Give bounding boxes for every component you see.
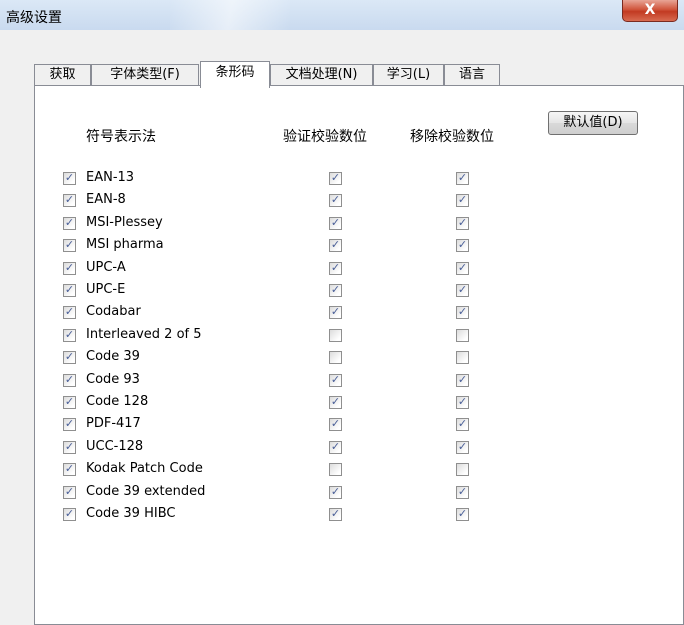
barcode-type-label: Codabar: [86, 304, 141, 319]
barcode-row: Kodak Patch Code: [0, 460, 684, 480]
window-title: 高级设置: [6, 10, 62, 26]
default-button[interactable]: 默认值(D): [548, 111, 638, 135]
barcode-type-label: MSI-Plessey: [86, 215, 163, 230]
barcode-type-label: PDF-417: [86, 416, 141, 431]
barcode-row: Code 128: [0, 393, 684, 413]
barcode-row: MSI pharma: [0, 236, 684, 256]
verify-checkbox[interactable]: [329, 260, 342, 276]
verify-checkbox[interactable]: [329, 170, 342, 186]
barcode-type-label: EAN-13: [86, 170, 135, 185]
remove-checkbox[interactable]: [456, 394, 469, 410]
remove-checkbox[interactable]: [456, 439, 469, 455]
barcode-type-label: MSI pharma: [86, 237, 164, 252]
enable-checkbox[interactable]: [63, 237, 76, 253]
remove-checkbox[interactable]: [456, 463, 469, 476]
enable-checkbox[interactable]: [63, 394, 76, 410]
barcode-row: UPC-A: [0, 259, 684, 279]
verify-checkbox[interactable]: [329, 439, 342, 455]
enable-checkbox[interactable]: [63, 484, 76, 500]
barcode-type-label: Kodak Patch Code: [86, 461, 203, 476]
remove-checkbox[interactable]: [456, 215, 469, 231]
title-bar-decoration: [170, 0, 290, 30]
verify-checkbox[interactable]: [329, 506, 342, 522]
barcode-row: Code 39 extended: [0, 483, 684, 503]
verify-checkbox[interactable]: [329, 394, 342, 410]
enable-checkbox[interactable]: [63, 349, 76, 365]
remove-checkbox[interactable]: [456, 416, 469, 432]
barcode-type-label: UPC-A: [86, 260, 126, 275]
tab-barcode[interactable]: 条形码: [200, 61, 270, 88]
remove-checkbox[interactable]: [456, 484, 469, 500]
verify-checkbox[interactable]: [329, 329, 342, 342]
verify-checkbox[interactable]: [329, 372, 342, 388]
enable-checkbox[interactable]: [63, 461, 76, 477]
remove-checkbox[interactable]: [456, 304, 469, 320]
enable-checkbox[interactable]: [63, 170, 76, 186]
verify-checkbox[interactable]: [329, 282, 342, 298]
tab-language[interactable]: 语言: [444, 64, 500, 86]
verify-checkbox[interactable]: [329, 351, 342, 364]
remove-checksum-header: 移除校验数位: [410, 129, 494, 145]
enable-checkbox[interactable]: [63, 327, 76, 343]
barcode-row: UPC-E: [0, 281, 684, 301]
enable-checkbox[interactable]: [63, 282, 76, 298]
barcode-row: Codabar: [0, 303, 684, 323]
verify-checkbox[interactable]: [329, 237, 342, 253]
verify-checkbox[interactable]: [329, 484, 342, 500]
remove-checkbox[interactable]: [456, 351, 469, 364]
enable-checkbox[interactable]: [63, 260, 76, 276]
close-button[interactable]: X: [622, 0, 678, 22]
verify-checkbox[interactable]: [329, 192, 342, 208]
symbology-header: 符号表示法: [86, 129, 156, 145]
remove-checkbox[interactable]: [456, 506, 469, 522]
barcode-row: EAN-8: [0, 191, 684, 211]
barcode-type-label: UPC-E: [86, 282, 126, 297]
tab-font-type[interactable]: 字体类型(F): [91, 64, 199, 86]
barcode-row: Interleaved 2 of 5: [0, 326, 684, 346]
remove-checkbox[interactable]: [456, 329, 469, 342]
enable-checkbox[interactable]: [63, 439, 76, 455]
enable-checkbox[interactable]: [63, 192, 76, 208]
barcode-row: PDF-417: [0, 415, 684, 435]
enable-checkbox[interactable]: [63, 416, 76, 432]
barcode-type-label: Code 128: [86, 394, 149, 409]
verify-checkbox[interactable]: [329, 416, 342, 432]
verify-checkbox[interactable]: [329, 304, 342, 320]
barcode-type-label: EAN-8: [86, 192, 126, 207]
barcode-row: Code 39: [0, 348, 684, 368]
tab-document-processing[interactable]: 文档处理(N): [270, 64, 373, 86]
title-bar: 高级设置 X: [0, 0, 684, 30]
remove-checkbox[interactable]: [456, 372, 469, 388]
barcode-row: Code 39 HIBC: [0, 505, 684, 525]
barcode-row: UCC-128: [0, 438, 684, 458]
remove-checkbox[interactable]: [456, 260, 469, 276]
enable-checkbox[interactable]: [63, 372, 76, 388]
barcode-type-label: Code 93: [86, 372, 140, 387]
tab-learning[interactable]: 学习(L): [373, 64, 444, 86]
barcode-type-label: Code 39 HIBC: [86, 506, 176, 521]
verify-checksum-header: 验证校验数位: [283, 129, 367, 145]
remove-checkbox[interactable]: [456, 170, 469, 186]
barcode-row: MSI-Plessey: [0, 214, 684, 234]
remove-checkbox[interactable]: [456, 237, 469, 253]
tab-acquire[interactable]: 获取: [34, 64, 91, 86]
barcode-type-label: Code 39 extended: [86, 484, 206, 499]
verify-checkbox[interactable]: [329, 215, 342, 231]
enable-checkbox[interactable]: [63, 304, 76, 320]
barcode-type-label: Code 39: [86, 349, 140, 364]
enable-checkbox[interactable]: [63, 506, 76, 522]
enable-checkbox[interactable]: [63, 215, 76, 231]
remove-checkbox[interactable]: [456, 282, 469, 298]
barcode-type-label: UCC-128: [86, 439, 144, 454]
remove-checkbox[interactable]: [456, 192, 469, 208]
barcode-row: Code 93: [0, 371, 684, 391]
verify-checkbox[interactable]: [329, 463, 342, 476]
barcode-row: EAN-13: [0, 169, 684, 189]
barcode-type-label: Interleaved 2 of 5: [86, 327, 202, 342]
